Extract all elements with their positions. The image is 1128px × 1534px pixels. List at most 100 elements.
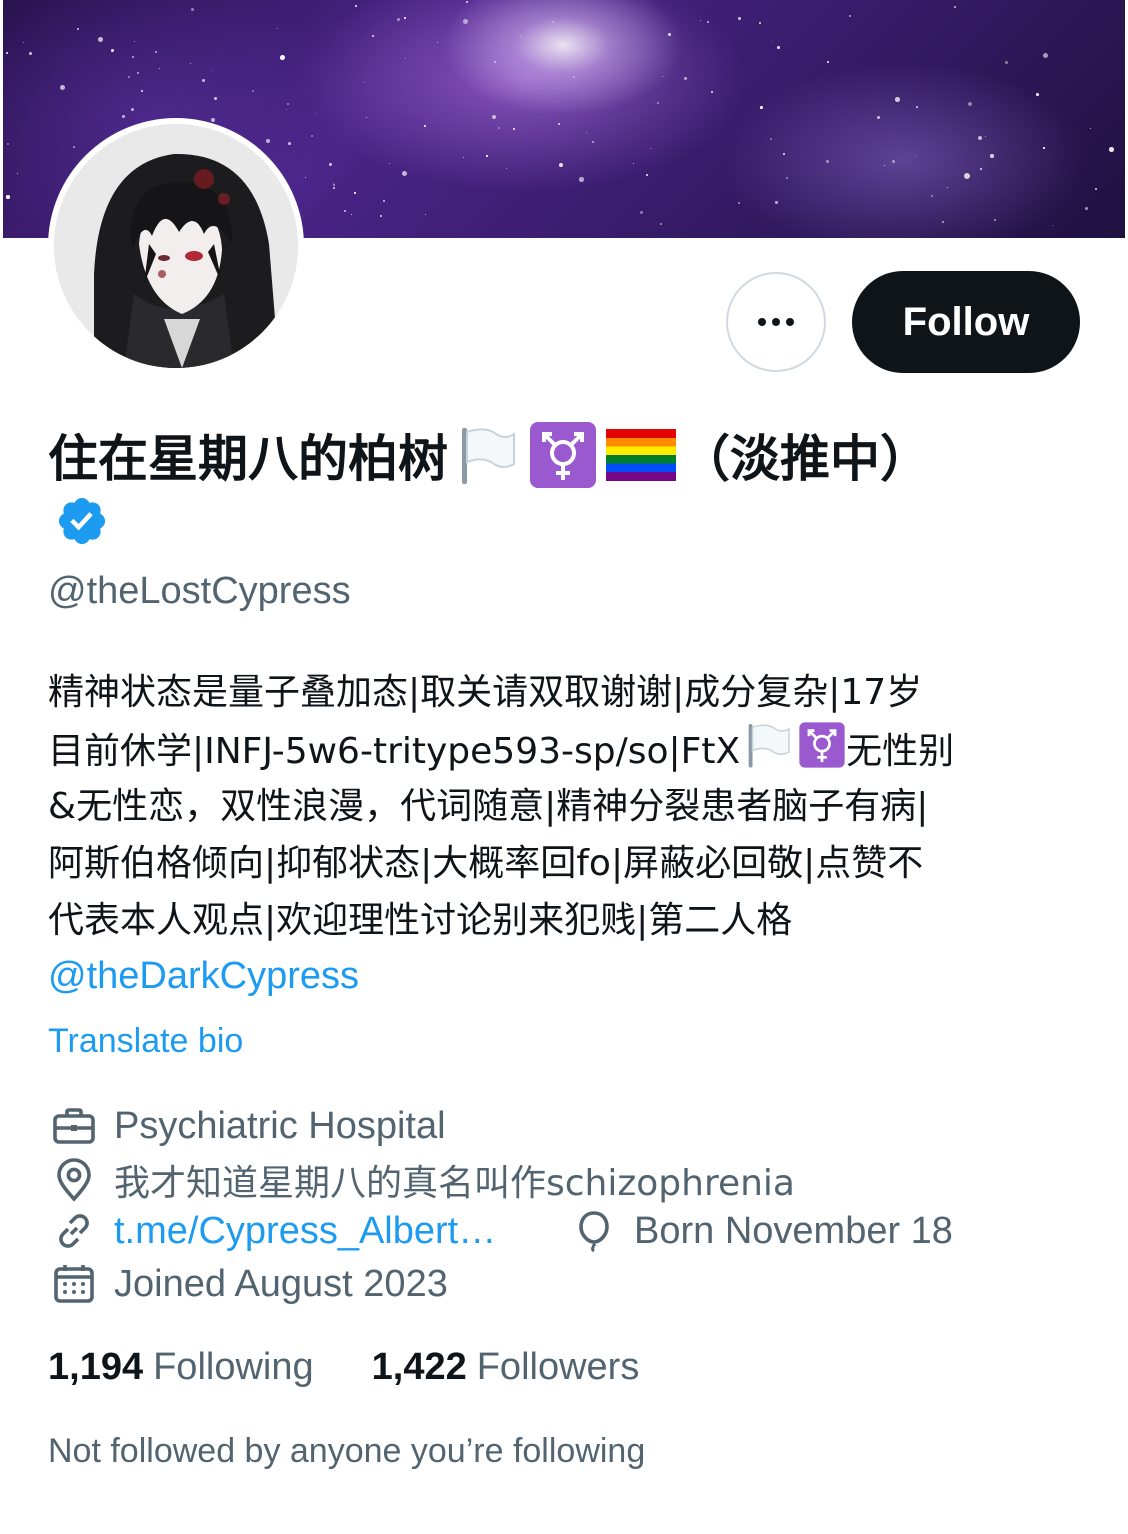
banner-star [579, 177, 584, 182]
banner-star [280, 55, 285, 60]
banner-star [17, 173, 19, 175]
bio-text: 目前休学|INFJ-5w6-tritype593-sp/so|FtX [48, 731, 741, 772]
banner-star [892, 160, 895, 163]
banner-star [344, 210, 347, 213]
banner-star [760, 106, 763, 109]
banner-star [558, 123, 560, 125]
banner-star [286, 109, 288, 111]
following-stat[interactable]: 1,194 Following [48, 1346, 314, 1389]
white-flag-icon [748, 724, 790, 768]
banner-star [738, 17, 741, 20]
banner-star [132, 56, 135, 59]
bio-text: 精神状态是量子叠加态|取关请双取谢谢|成分复杂|17岁 [48, 672, 923, 713]
banner-star [895, 97, 900, 102]
banner-star [1095, 188, 1097, 190]
banner-star [1085, 207, 1088, 210]
bio-mention-link[interactable]: @theDarkCypress [48, 955, 359, 998]
banner-star [877, 116, 880, 119]
banner-star [380, 215, 383, 218]
birthday-item: Born November 18 [570, 1207, 953, 1255]
banner-star [592, 141, 595, 144]
banner-star [994, 219, 997, 222]
bio-line: 阿斯伯格倾向|抑郁状态|大概率回fo|屏蔽必回敬|点赞不 [48, 835, 1088, 892]
banner-star [211, 70, 213, 72]
banner-star [916, 106, 918, 108]
banner-star [6, 52, 9, 55]
banner-star [486, 155, 488, 157]
banner-star [964, 173, 970, 179]
transgender-symbol-icon [799, 722, 845, 768]
display-name-suffix: （淡推中） [680, 430, 930, 488]
banner-star [366, 117, 368, 119]
translate-bio-link[interactable]: Translate bio [48, 1022, 243, 1061]
banner-star [1036, 93, 1039, 96]
calendar-icon [54, 1265, 94, 1303]
banner-star [1090, 128, 1092, 130]
banner-star [329, 163, 332, 166]
banner-star [849, 15, 851, 17]
banner-star [968, 102, 973, 107]
banner-star [552, 21, 555, 24]
display-name-text: 住在星期八的柏树 [48, 430, 448, 488]
banner-star [6, 195, 10, 199]
banner-star [826, 160, 829, 163]
more-dot-icon [758, 318, 766, 326]
followers-stat[interactable]: 1,422 Followers [372, 1346, 640, 1389]
bio-text: &无性恋，双性浪漫，代词随意|精神分裂患者脑子有病| [48, 786, 929, 827]
banner-star [98, 37, 103, 42]
banner-star [405, 58, 407, 60]
banner-star [738, 202, 740, 204]
banner-star [884, 165, 886, 167]
bio-text: 无性别 [846, 731, 955, 772]
banner-star [60, 85, 66, 91]
banner-star [155, 51, 158, 54]
banner-star [404, 17, 406, 19]
banner-star [354, 192, 356, 194]
banner-star [191, 8, 194, 11]
banner-star [333, 187, 336, 190]
banner-star [915, 155, 917, 157]
banner-star [662, 76, 664, 78]
banner-star [700, 20, 701, 21]
banner-star [424, 125, 426, 127]
white-flag-icon [462, 428, 515, 484]
banner-star [397, 18, 401, 22]
banner-star [1005, 61, 1008, 64]
banner-star [383, 200, 386, 203]
banner-star [783, 153, 786, 156]
website-item[interactable]: t.me/Cypress_Albert… [50, 1207, 496, 1255]
banner-star [1043, 53, 1049, 59]
banner-star [660, 223, 663, 226]
banner-star [141, 90, 144, 93]
more-dot-icon [772, 318, 780, 326]
avatar-image [54, 124, 298, 368]
banner-star [1052, 225, 1054, 227]
banner-star [305, 177, 307, 179]
banner-star [931, 195, 934, 198]
banner-star [190, 63, 192, 65]
profession-text: Psychiatric Hospital [114, 1104, 446, 1147]
bio-text: 阿斯伯格倾向|抑郁状态|大概率回fo|屏蔽必回敬|点赞不 [48, 843, 924, 884]
follow-button[interactable]: Follow [852, 271, 1080, 373]
verified-badge-icon[interactable] [55, 494, 109, 548]
banner-star [573, 76, 575, 78]
banner-star [711, 91, 714, 94]
joined-item: Joined August 2023 [50, 1260, 448, 1308]
banner-star [252, 90, 254, 92]
bio-line: &无性恋，双性浪漫，代词随意|精神分裂患者脑子有病| [48, 778, 1088, 835]
user-handle: @theLostCypress [48, 570, 351, 612]
banner-star [947, 187, 949, 189]
banner-star [650, 148, 652, 150]
more-options-button[interactable] [726, 272, 826, 372]
banner-star [770, 138, 773, 141]
avatar[interactable] [54, 124, 298, 368]
banner-star [315, 113, 317, 115]
website-link[interactable]: t.me/Cypress_Albert… [114, 1210, 496, 1253]
banner-star [466, 1, 468, 3]
following-count: 1,194 [48, 1346, 144, 1388]
banner-star [287, 103, 290, 106]
banner-star [202, 79, 205, 82]
banner-star [786, 177, 788, 179]
banner-star [990, 154, 994, 158]
banner-star [1043, 147, 1045, 149]
